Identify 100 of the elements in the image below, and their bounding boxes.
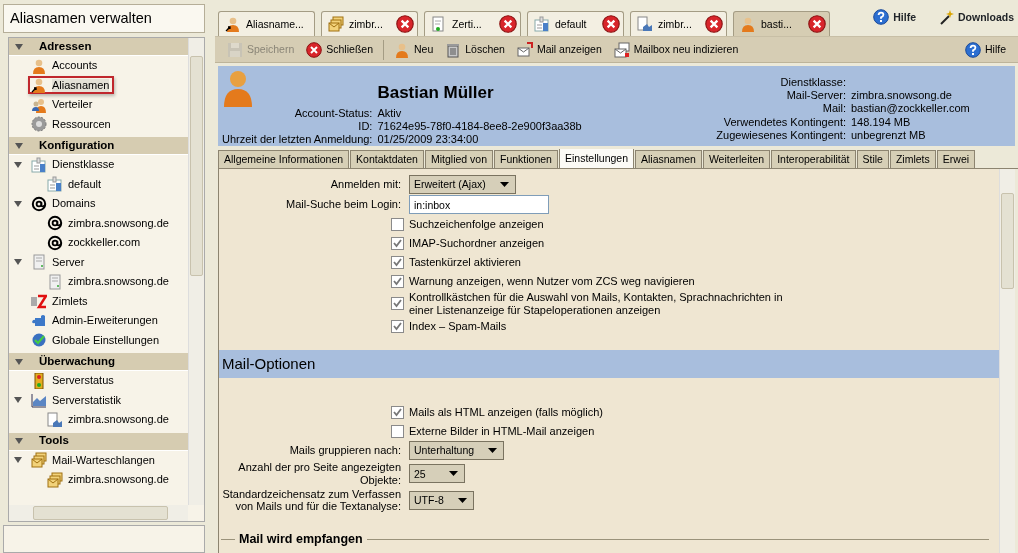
tab[interactable]: Zerti... <box>424 11 521 36</box>
expand-toggle[interactable] <box>14 259 22 266</box>
trash-icon <box>445 41 462 58</box>
tree-item[interactable]: zimbra.snowsong.de <box>44 410 174 429</box>
at-sign-icon <box>31 195 47 212</box>
section-heading: Mail-Optionen <box>219 350 999 379</box>
tree-item[interactable]: Admin-Erweiterungen <box>28 311 163 330</box>
tab[interactable]: Aliasname... <box>218 11 315 36</box>
tree-item[interactable]: Globale Einstellungen <box>28 331 165 350</box>
document-chart-icon <box>637 16 653 32</box>
top-link[interactable]: Downloads <box>938 9 1014 25</box>
field-label: Mail-Server: <box>785 89 846 103</box>
input-field[interactable]: in:inbox <box>409 195 549 214</box>
tree-item[interactable]: zockkeller.com <box>44 233 146 252</box>
person-icon <box>740 16 756 32</box>
tree-item[interactable]: Aliasnamen <box>28 76 115 95</box>
person-arrow-icon <box>31 77 47 94</box>
tab[interactable]: Einstellungen <box>558 149 634 168</box>
caret-icon <box>488 448 498 454</box>
section-toggle[interactable] <box>15 438 23 444</box>
toolbar-button[interactable]: Mail anzeigen <box>510 39 608 60</box>
tree-item[interactable]: Mail-Warteschlangen <box>28 451 160 470</box>
tree-item[interactable]: Ressourcen <box>28 115 116 134</box>
section-toggle[interactable] <box>15 358 23 365</box>
tab[interactable]: Erwei <box>936 150 976 168</box>
checkbox[interactable] <box>391 405 404 419</box>
checkbox-label: Tastenkürzel aktivieren <box>408 254 522 270</box>
tree-item[interactable]: default <box>44 175 107 194</box>
tree-item[interactable]: zimbra.snowsong.de <box>44 470 174 489</box>
close-icon[interactable] <box>602 15 620 33</box>
card-icon <box>47 176 63 193</box>
checkbox[interactable] <box>391 255 404 269</box>
checkbox[interactable] <box>391 236 404 250</box>
close-icon[interactable] <box>396 15 414 33</box>
vertical-scrollbar[interactable] <box>188 38 204 505</box>
expand-toggle[interactable] <box>14 161 22 168</box>
section-toggle[interactable] <box>15 43 23 50</box>
tab[interactable]: Aliasnamen <box>635 150 702 168</box>
tree-item[interactable]: Dienstklasse <box>28 155 120 174</box>
tree-item[interactable]: Zimlets <box>28 292 93 311</box>
tab[interactable]: basti... <box>733 11 830 36</box>
tab[interactable]: Weiterleiten <box>702 150 771 168</box>
chart-icon <box>31 392 47 409</box>
tab[interactable]: Mitglied von <box>424 150 493 168</box>
tab[interactable]: default <box>527 11 624 36</box>
tab[interactable]: Kontaktdaten <box>350 150 424 168</box>
section-header[interactable]: Tools <box>39 434 69 448</box>
field-value: unbegrenzt MB <box>851 128 927 142</box>
checkbox[interactable] <box>391 217 404 231</box>
tab[interactable]: zimbr... <box>630 11 727 36</box>
tree-item[interactable]: Accounts <box>28 56 103 75</box>
close-icon[interactable] <box>499 15 517 33</box>
tab[interactable]: zimbr... <box>321 11 418 36</box>
close-icon[interactable] <box>808 15 826 33</box>
tab[interactable]: Zimlets <box>889 150 936 168</box>
toolbar-button[interactable]: Mailbox neu indizieren <box>607 39 745 60</box>
tree-item[interactable]: Serverstatistik <box>28 391 127 410</box>
checkbox[interactable] <box>391 297 404 311</box>
tree-item[interactable]: zimbra.snowsong.de <box>44 214 174 233</box>
toolbar-button[interactable]: Neu <box>388 39 440 60</box>
expand-toggle[interactable] <box>14 457 22 464</box>
caret-icon <box>449 471 458 477</box>
dropdown[interactable]: Erweitert (Ajax) <box>409 175 516 194</box>
vertical-scrollbar[interactable] <box>999 169 1015 553</box>
at-sign-icon <box>47 234 63 251</box>
checkbox[interactable] <box>391 424 404 438</box>
tab[interactable]: Allgemeine Informationen <box>218 150 350 168</box>
tree-item[interactable]: Server <box>28 253 90 272</box>
dropdown[interactable]: 25 <box>409 464 465 484</box>
tree-item[interactable]: Serverstatus <box>28 371 119 390</box>
tab[interactable]: Interoperabilität <box>771 150 856 168</box>
tree-item[interactable]: zimbra.snowsong.de <box>44 272 174 291</box>
close-icon[interactable] <box>705 15 723 33</box>
expand-toggle[interactable] <box>14 200 22 207</box>
checkbox-label: Kontrollkästchen für die Auswahl von Mails, Kontakten, Sprachnachrichten in einer Listenanzeige für Stapeloperationen anzeigen <box>408 291 784 317</box>
globe-icon <box>31 332 47 349</box>
field-label: Mails gruppieren nach: <box>288 444 402 458</box>
tab[interactable]: Stile <box>856 150 889 168</box>
card-icon <box>534 16 550 32</box>
person-icon <box>222 69 254 107</box>
toolbar-button[interactable]: Löschen <box>439 39 511 60</box>
checkbox[interactable] <box>391 274 404 288</box>
help-button[interactable]: Hilfe <box>959 39 1012 60</box>
top-link[interactable]: Hilfe <box>873 9 916 25</box>
tab[interactable]: Funktionen <box>494 150 558 168</box>
expand-toggle[interactable] <box>14 397 22 404</box>
checkbox[interactable] <box>391 319 404 333</box>
section-toggle[interactable] <box>15 142 23 149</box>
dropdown[interactable]: UTF-8 <box>409 490 474 510</box>
puzzle-icon <box>31 312 47 329</box>
wand-icon <box>938 9 954 25</box>
field-label: Uhrzeit der letzten Anmeldung: <box>222 133 373 147</box>
toolbar-button[interactable]: Schließen <box>300 39 379 60</box>
tree-item[interactable]: Domains <box>28 194 101 213</box>
dropdown[interactable]: Unterhaltung <box>409 441 505 461</box>
envelopes-icon <box>47 471 63 488</box>
traffic-light-icon <box>31 372 47 389</box>
checkbox-label: IMAP-Suchordner anzeigen <box>408 235 546 251</box>
tree-item[interactable]: Verteiler <box>28 95 98 114</box>
horizontal-scrollbar[interactable] <box>9 505 188 521</box>
